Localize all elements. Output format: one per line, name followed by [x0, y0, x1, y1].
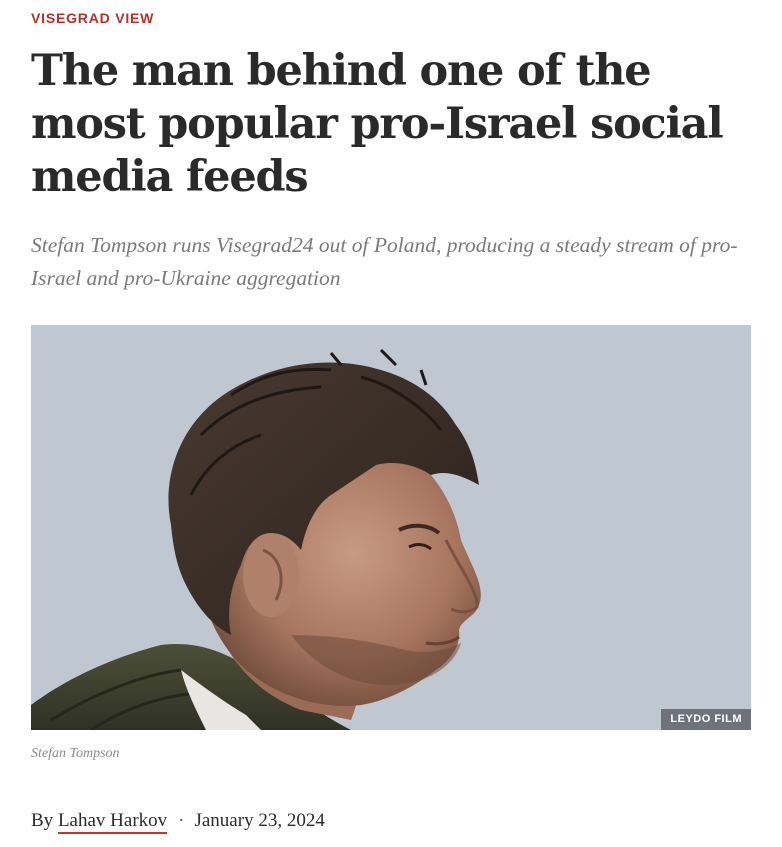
- portrait-illustration: [31, 325, 751, 730]
- publish-date: January 23, 2024: [194, 810, 325, 831]
- section-kicker-link[interactable]: VISEGRAD VIEW: [31, 9, 154, 27]
- byline-prefix: By: [31, 810, 54, 831]
- photo-credit: LEYDO FILM: [661, 709, 751, 730]
- author-link[interactable]: Lahav Harkov: [57, 810, 168, 834]
- lead-photo: LEYDO FILM: [31, 325, 751, 730]
- photo-caption: Stefan Tompson: [31, 746, 120, 761]
- byline: By Lahav Harkov · January 23, 2024: [31, 808, 325, 834]
- article-headline: The man behind one of the most popular p…: [31, 46, 724, 202]
- article-dek: Stefan Tompson runs Visegrad24 out of Po…: [31, 233, 738, 290]
- byline-separator: ·: [178, 810, 185, 831]
